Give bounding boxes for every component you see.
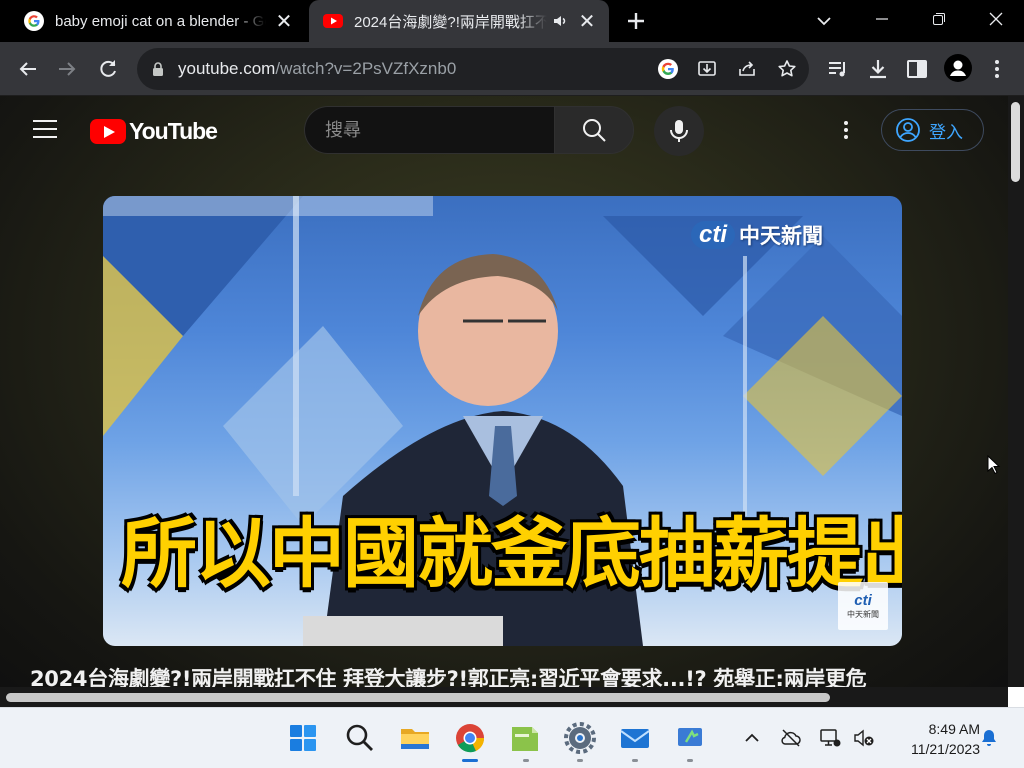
url-text[interactable]: youtube.com/watch?v=2PsVZfXznb0 [178, 59, 456, 79]
youtube-logo[interactable]: YouTube [90, 118, 218, 145]
reload-button[interactable] [94, 55, 122, 83]
tab-title: 2024台海劇變?!兩岸開戰扛不住 拜登大讓步 [354, 13, 547, 31]
video-player[interactable]: cti 中天新聞 所以中國就釜底抽薪提出兩點 cti 中天新聞 [103, 196, 902, 646]
corner-logo-badge: cti 中天新聞 [838, 582, 888, 630]
running-indicator [577, 759, 583, 762]
windows-start-icon[interactable] [287, 722, 319, 754]
horizontal-scrollbar[interactable] [0, 687, 1008, 707]
tab-close-button[interactable]: ✕ [272, 9, 296, 33]
close-icon [989, 12, 1002, 26]
channel-watermark: cti 中天新聞 [691, 220, 823, 250]
search-icon [583, 119, 606, 142]
channel-name-watermark: 中天新聞 [739, 224, 824, 248]
youtube-wordmark: YouTube [129, 118, 218, 144]
back-button[interactable] [14, 55, 42, 83]
settings-icon[interactable] [564, 722, 596, 754]
running-indicator [523, 759, 529, 762]
mouse-cursor-icon [987, 455, 1001, 475]
share-icon[interactable] [736, 58, 758, 80]
minimize-button[interactable] [853, 0, 910, 38]
account-circle-icon [896, 118, 920, 142]
chevron-up-icon[interactable] [741, 727, 763, 749]
lock-icon[interactable] [149, 60, 167, 78]
search-button[interactable] [554, 106, 634, 154]
running-indicator [687, 759, 693, 762]
search-icon[interactable] [344, 722, 376, 754]
tab-strip: baby emoji cat on a blender - Google ✕ 2… [0, 0, 1024, 42]
clock-time: 8:49 AM [928, 721, 980, 737]
clock-date: 11/21/2023 [910, 741, 980, 757]
url-host: youtube.com [178, 59, 276, 78]
google-lens-icon[interactable] [657, 58, 679, 80]
sign-in-label: 登入 [929, 122, 963, 143]
vertical-scrollbar[interactable] [1008, 96, 1024, 687]
sign-in-button[interactable]: 登入 [881, 109, 984, 151]
google-icon [24, 11, 44, 31]
tab-title: baby emoji cat on a blender - Google [55, 12, 266, 30]
horizontal-scrollbar-thumb[interactable] [6, 693, 830, 702]
notes-icon[interactable] [509, 722, 541, 754]
youtube-page: YouTube 搜尋 登入 cti 中天新聞 所以中國就釜底抽薪提出 cti 中… [0, 96, 1008, 706]
tab-close-button[interactable]: ✕ [575, 9, 599, 33]
onedrive-offline-icon[interactable] [780, 727, 802, 749]
video-caption: 所以中國就釜底抽薪提出兩點 [121, 509, 902, 598]
settings-more-button[interactable] [834, 118, 858, 142]
minimize-icon [875, 18, 888, 20]
download-icon[interactable] [866, 57, 890, 81]
scrollbar-corner [1008, 687, 1024, 707]
address-bar[interactable]: youtube.com/watch?v=2PsVZfXznb0 [137, 48, 809, 90]
search-input[interactable] [323, 119, 547, 142]
speaker-icon[interactable] [551, 12, 569, 30]
system-clock[interactable]: 8:49 AM 11/21/2023 [884, 719, 980, 759]
search-box [304, 106, 554, 154]
youtube-play-icon [90, 119, 126, 144]
corner-logo-name: 中天新聞 [847, 610, 879, 619]
microphone-icon [670, 120, 688, 142]
url-path: /watch?v=2PsVZfXznb0 [275, 59, 457, 78]
tab-google-search[interactable]: baby emoji cat on a blender - Google ✕ [10, 0, 306, 42]
active-app-indicator [462, 759, 478, 762]
app-icon[interactable] [674, 722, 706, 754]
restore-button[interactable] [910, 0, 967, 38]
cti-logo: cti [691, 221, 736, 249]
bookmark-star-icon[interactable] [776, 58, 798, 80]
mail-icon[interactable] [619, 722, 651, 754]
guide-menu-icon[interactable] [33, 120, 57, 140]
new-tab-button[interactable] [622, 7, 650, 35]
side-panel-icon[interactable] [905, 57, 929, 81]
corner-logo-cti: cti [854, 592, 872, 609]
volume-muted-icon[interactable] [853, 727, 875, 749]
forward-button[interactable] [53, 55, 81, 83]
voice-search-button[interactable] [654, 106, 704, 156]
youtube-icon [323, 14, 343, 28]
install-app-icon[interactable] [696, 58, 718, 80]
notification-bell-icon[interactable] [978, 727, 1000, 749]
window-controls [853, 0, 1024, 42]
network-icon[interactable] [819, 727, 841, 749]
profile-avatar-icon[interactable] [944, 54, 972, 82]
running-indicator [632, 759, 638, 762]
menu-more-icon[interactable] [985, 57, 1009, 81]
browser-toolbar: youtube.com/watch?v=2PsVZfXznb0 [0, 42, 1024, 96]
tab-youtube-video[interactable]: 2024台海劇變?!兩岸開戰扛不住 拜登大讓步 ✕ [309, 0, 609, 42]
more-vertical-icon [844, 121, 848, 139]
restore-icon [932, 13, 945, 25]
taskbar: 8:49 AM 11/21/2023 [0, 707, 1024, 768]
tab-search-chevron-down-icon[interactable] [812, 9, 836, 33]
media-controls-icon[interactable] [826, 57, 850, 81]
youtube-header: YouTube 搜尋 登入 [0, 96, 1008, 166]
close-window-button[interactable] [967, 0, 1024, 38]
file-explorer-icon[interactable] [399, 722, 431, 754]
chrome-icon[interactable] [454, 722, 486, 754]
vertical-scrollbar-thumb[interactable] [1011, 102, 1020, 182]
